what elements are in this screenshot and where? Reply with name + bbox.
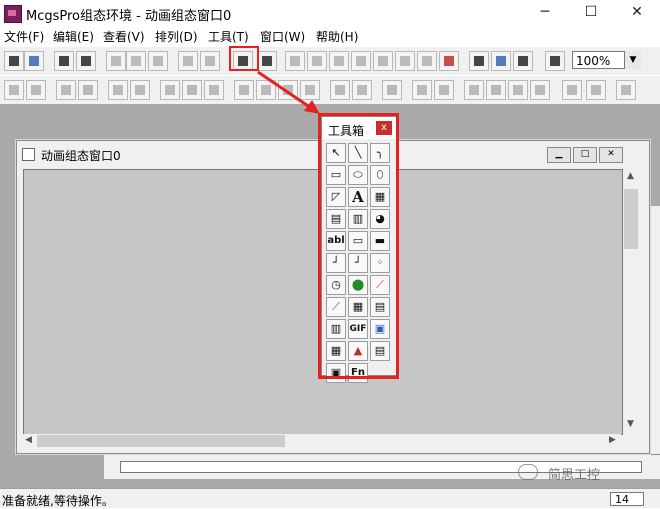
status-text: 准备就绪,等待操作。 — [2, 494, 114, 508]
status-bar: 准备就绪,等待操作。 14 — [0, 488, 660, 508]
status-number: 14 — [610, 492, 644, 506]
annotation-arrow — [257, 70, 320, 114]
wechat-icon — [518, 464, 538, 480]
watermark: 简思工控 — [548, 468, 601, 483]
